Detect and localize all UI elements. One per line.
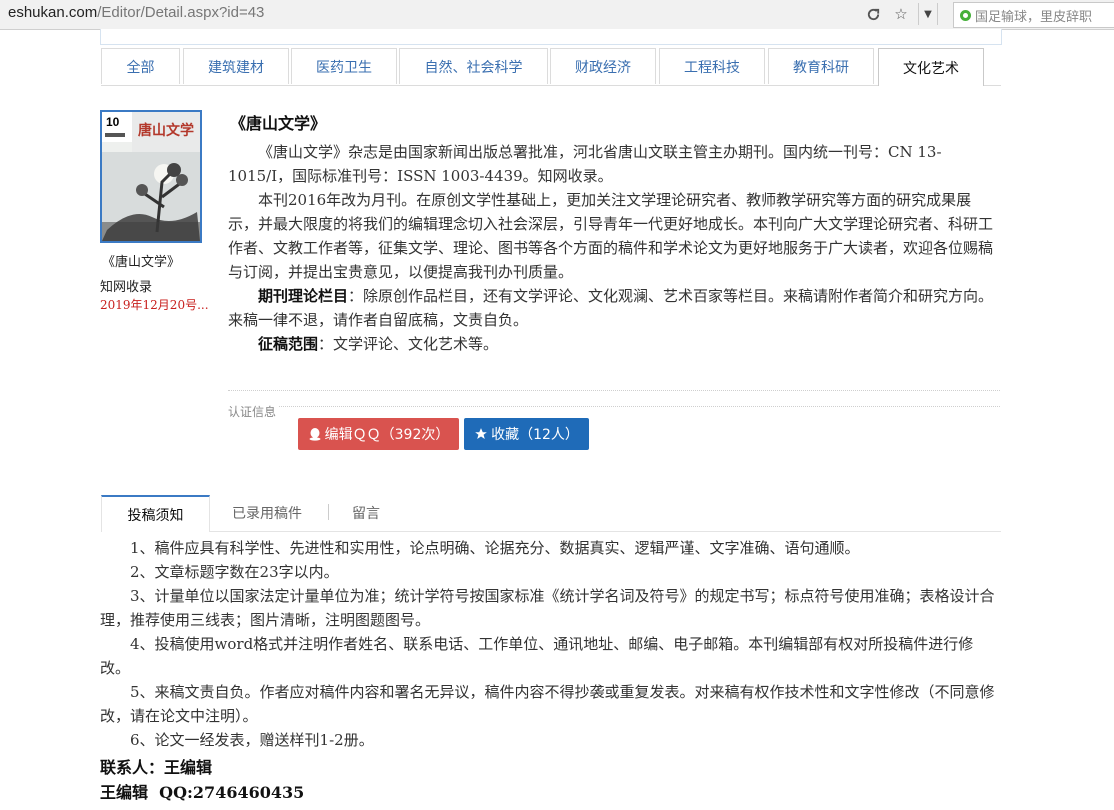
tab-accepted-papers[interactable]: 已录用稿件 [219, 495, 315, 531]
url-host: eshukan.com [8, 4, 98, 21]
tab-submission-guide[interactable]: 投稿须知 [101, 495, 210, 532]
tab-all[interactable]: 全部 [101, 48, 180, 84]
tab-education[interactable]: 教育科研 [768, 48, 874, 84]
star-fav-icon [475, 428, 487, 439]
contact-qq[interactable]: 王编辑 QQ:2746460435 [100, 780, 304, 805]
submission-rules: 1、稿件应具有科学性、先进性和实用性，论点明确、论据充分、数据真实、逻辑严谨、文… [100, 536, 1000, 752]
scope-label: 征稿范围 [258, 335, 319, 353]
editor-qq-button[interactable]: 编辑ＱＱ（392次） [298, 418, 459, 450]
rule-item: 3、计量单位以国家法定计量单位为准；统计学符号按国家标准《统计学名词及符号》的规… [100, 587, 995, 629]
scope-text: ：文学评论、文化艺术等。 [318, 335, 499, 353]
journal-cover[interactable]: 10 唐山文学 [100, 110, 202, 243]
dropdown-icon[interactable]: ▼ [918, 3, 938, 25]
search-box[interactable]: 国足输球，里皮辞职 [953, 2, 1114, 28]
reload-icon[interactable] [862, 3, 884, 25]
favorite-button-label: 收藏（12人） [491, 427, 579, 443]
divider [228, 390, 1000, 391]
cert-label: 认证信息 [228, 403, 279, 420]
tab-messages[interactable]: 留言 [341, 495, 391, 531]
category-tabs: 全部 建筑建材 医药卫生 自然、社会科学 财政经济 工程科技 教育科研 文化艺术 [101, 48, 1001, 86]
star-icon[interactable]: ☆ [890, 3, 912, 25]
cover-number: 10 [106, 115, 120, 129]
tab-culture[interactable]: 文化艺术 [878, 48, 984, 86]
intro-paragraph-3: 期刊理论栏目：除原创作品栏目，还有文学评论、文化观澜、艺术百家等栏目。来稿请附作… [228, 284, 1000, 332]
journal-description: 《唐山文学》杂志是由国家新闻出版总署批准，河北省唐山文联主管主办期刊。国内统一刊… [228, 140, 1000, 356]
side-journal-title[interactable]: 《唐山文学》 [102, 251, 180, 270]
rule-item: 2、文章标题字数在23字以内。 [130, 563, 339, 581]
rule-item: 4、投稿使用word格式并注明作者姓名、联系电话、工作单位、通讯地址、邮编、电子… [100, 635, 974, 677]
search-text: 国足输球，里皮辞职 [975, 8, 1093, 24]
tab-building[interactable]: 建筑建材 [183, 48, 289, 84]
address-bar[interactable]: eshukan.com/Editor/Detail.aspx?id=43 [8, 4, 264, 21]
rule-item: 6、论文一经发表，赠送样刊1-2册。 [130, 731, 374, 749]
tab-science[interactable]: 自然、社会科学 [399, 48, 548, 84]
url-path: /Editor/Detail.aspx?id=43 [97, 4, 265, 21]
tab-finance[interactable]: 财政经济 [550, 48, 656, 84]
intro-paragraph-4: 征稿范围：文学评论、文化艺术等。 [228, 332, 1000, 356]
search-engine-icon [960, 9, 971, 21]
qq-penguin-icon [309, 428, 321, 441]
side-index-info: 知网收录 [100, 280, 153, 295]
intro-paragraph-1: 《唐山文学》杂志是由国家新闻出版总署批准，河北省唐山文联主管主办期刊。国内统一刊… [228, 143, 942, 185]
cover-title: 唐山文学 [138, 123, 194, 139]
browser-toolbar: eshukan.com/Editor/Detail.aspx?id=43 ☆ ▼… [0, 0, 1114, 30]
tab-medicine[interactable]: 医药卫生 [291, 48, 397, 84]
contact-person: 联系人：王编辑 [100, 758, 213, 777]
header-strip [100, 29, 1002, 45]
rule-item: 5、来稿文责自负。作者应对稿件内容和署名无异议，稿件内容不得抄袭或重复发表。对来… [100, 683, 995, 725]
rule-item: 1、稿件应具有科学性、先进性和实用性，论点明确、论据充分、数据真实、逻辑严谨、文… [130, 539, 860, 557]
favorite-button[interactable]: 收藏（12人） [464, 418, 589, 450]
tab-engineering[interactable]: 工程科技 [659, 48, 765, 84]
divider [228, 406, 1000, 407]
page-title: 《唐山文学》 [230, 114, 327, 133]
qq-button-label: 编辑ＱＱ（392次） [324, 427, 450, 443]
side-date: 2019年12月20号... [100, 298, 209, 312]
intro-paragraph-2: 本刊2016年改为月刊。在原创文学性基础上，更加关注文学理论研究者、教师教学研究… [228, 191, 994, 281]
contact-info: 联系人：王编辑 王编辑 QQ:2746460435 [100, 755, 304, 805]
info-tabs: 投稿须知 已录用稿件 留言 [101, 495, 1001, 532]
tab-separator [328, 504, 329, 520]
columns-label: 期刊理论栏目 [258, 287, 349, 305]
